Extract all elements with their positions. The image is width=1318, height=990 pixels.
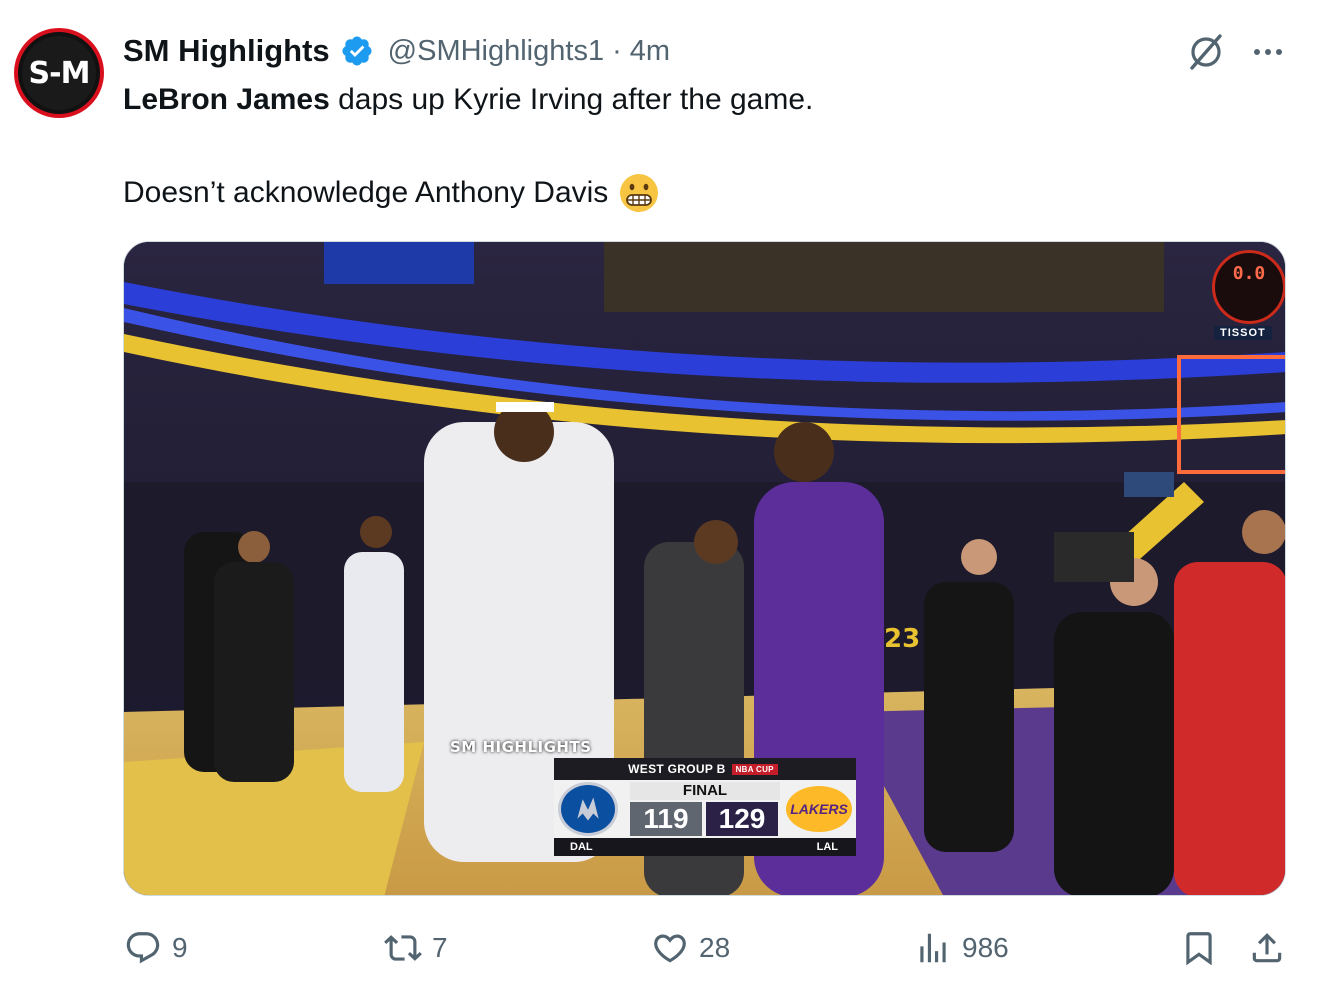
away-score: 119 <box>630 802 702 836</box>
bookmark-icon <box>1186 932 1212 966</box>
timestamp[interactable]: 4m <box>630 35 670 68</box>
tweet-text-line2: Doesn’t acknowledge Anthony Davis <box>123 172 660 214</box>
away-abbr: DAL <box>570 841 593 853</box>
scorebug: WEST GROUP B NBA CUP FINAL 119 129 LAKER… <box>554 758 856 856</box>
jumbotron <box>324 242 474 284</box>
tweet-card[interactable]: S-M SM Highlights @SMHighlights1 · 4m Le… <box>0 0 1318 990</box>
tweet-text-line1: LeBron James daps up Kyrie Irving after … <box>123 83 813 117</box>
scorebug-group: WEST GROUP B <box>628 762 726 776</box>
home-abbr: LAL <box>816 841 838 853</box>
reply-count: 9 <box>172 932 188 963</box>
grok-icon[interactable] <box>1184 30 1228 74</box>
mavericks-logo-icon <box>558 782 618 836</box>
clock-brand: TISSOT <box>1214 326 1272 340</box>
grimacing-face-icon <box>618 172 660 214</box>
lakers-logo-icon: LAKERS <box>786 786 852 832</box>
share-button[interactable] <box>1248 922 1286 974</box>
camera-operator <box>1054 612 1174 895</box>
scorebug-header: WEST GROUP B NBA CUP <box>554 758 856 780</box>
like-count: 28 <box>699 932 731 963</box>
tweet-text-body: daps up Kyrie Irving after the game. <box>329 83 814 116</box>
share-icon <box>1252 933 1282 963</box>
heart-icon <box>654 934 686 963</box>
nba-cup-badge: NBA CUP <box>731 763 778 775</box>
tweet-text-mention: LeBron James <box>123 83 330 116</box>
video-watermark: SM HIGHLIGHTS <box>450 738 592 756</box>
verified-badge-icon[interactable] <box>340 34 374 68</box>
shot-clock: 0.0 <box>1212 250 1285 324</box>
reply-icon <box>126 932 160 964</box>
repost-count: 7 <box>432 932 448 963</box>
tweet-header: SM Highlights @SMHighlights1 · 4m <box>123 30 670 72</box>
reply-button[interactable]: 9 <box>124 922 188 974</box>
tweet-text-second: Doesn’t acknowledge Anthony Davis <box>123 176 609 209</box>
scorebug-status: FINAL <box>630 782 780 800</box>
scorebug-main: FINAL 119 129 LAKERS <box>554 780 856 838</box>
separator-dot: · <box>612 34 622 67</box>
bookmark-button[interactable] <box>1180 922 1218 974</box>
views-icon <box>920 933 946 963</box>
like-button[interactable]: 28 <box>651 922 730 974</box>
avatar-logo: S-M <box>22 36 96 110</box>
scorebug-footer: DAL LAL <box>554 838 856 856</box>
lakers-logo-text: LAKERS <box>790 801 848 817</box>
avatar-text: S-M <box>28 55 91 91</box>
repost-button[interactable]: 7 <box>384 922 448 974</box>
display-name[interactable]: SM Highlights <box>123 33 330 69</box>
more-icon[interactable] <box>1248 32 1288 72</box>
home-score: 129 <box>706 802 778 836</box>
handle[interactable]: @SMHighlights1 <box>388 35 604 68</box>
views-button[interactable]: 986 <box>914 922 1009 974</box>
tweet-media-video[interactable]: 23 0.0 TISSOT SM HIGHLIGHTS WEST GROUP B… <box>123 241 1286 896</box>
shot-clock-value: 0.0 <box>1232 263 1266 284</box>
repost-icon <box>384 935 422 961</box>
views-count: 986 <box>962 932 1009 963</box>
svg-text:23: 23 <box>884 624 920 654</box>
tweet-actions: 9 7 28 986 <box>0 922 1318 974</box>
red-jacket-person <box>1174 562 1285 895</box>
avatar[interactable]: S-M <box>14 28 104 118</box>
